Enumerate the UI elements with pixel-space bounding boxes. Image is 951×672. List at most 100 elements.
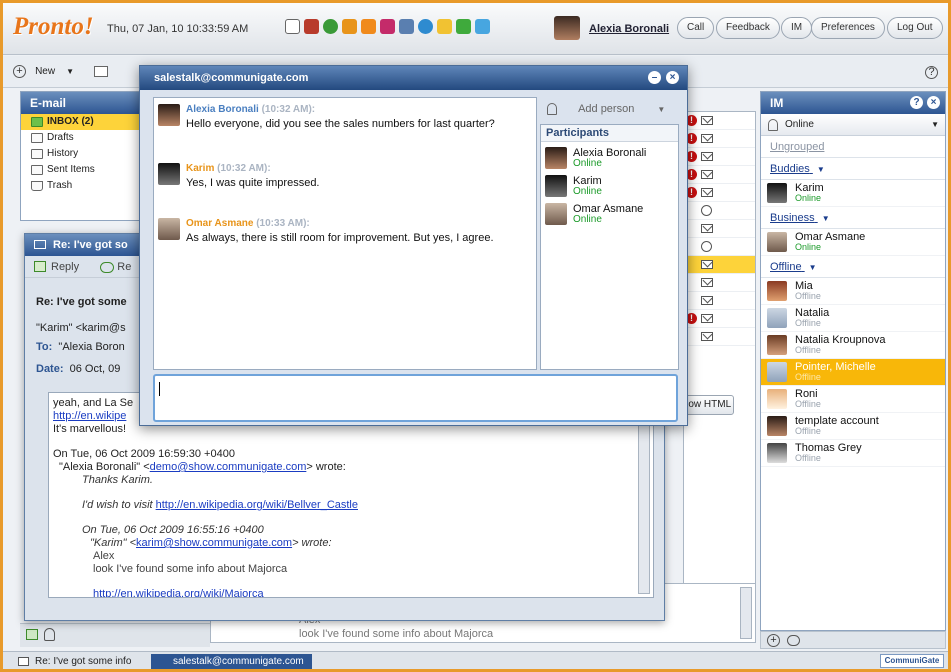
im-button[interactable]: IM — [781, 17, 813, 39]
list-item[interactable] — [684, 292, 755, 310]
preview-scrollbar[interactable] — [740, 587, 752, 639]
avatar — [545, 175, 567, 197]
music-icon[interactable] — [380, 19, 395, 34]
list-item[interactable]: ! — [684, 130, 755, 148]
im-status-selector[interactable]: Online ▼ — [761, 114, 945, 136]
calendar-icon[interactable] — [304, 19, 319, 34]
quoted-line: On Tue, 06 Oct 2009 16:55:16 +0400 — [82, 524, 264, 536]
phone-icon[interactable] — [323, 19, 338, 34]
task-label: salestalk@communigate.com — [173, 656, 304, 667]
contacts-icon[interactable] — [342, 19, 357, 34]
pronto-app: Pronto! Thu, 07 Jan, 10 10:33:59 AM Alex… — [3, 3, 948, 669]
notes-icon[interactable] — [475, 19, 490, 34]
list-item[interactable]: ! — [684, 112, 755, 130]
list-item[interactable]: ! — [684, 184, 755, 202]
chat-bubble-icon[interactable] — [787, 635, 800, 646]
contact-item[interactable]: Roni Offline — [761, 386, 945, 413]
reply-button[interactable]: Reply — [51, 261, 79, 273]
logout-button[interactable]: Log Out — [887, 17, 943, 39]
close-icon[interactable]: × — [666, 71, 679, 84]
group-business[interactable]: Business ▼ — [761, 207, 945, 229]
list-item[interactable]: ! — [684, 148, 755, 166]
preview-line: look I've found some info about Majorca — [299, 628, 494, 640]
contact-item[interactable]: Thomas Grey Offline — [761, 440, 945, 467]
list-item[interactable] — [684, 274, 755, 292]
task-chat-window[interactable]: salestalk@communigate.com — [151, 654, 312, 669]
compose-icon[interactable] — [94, 66, 108, 77]
feedback-button[interactable]: Feedback — [716, 17, 780, 39]
show-html-button[interactable]: how HTML — [680, 395, 734, 415]
participant[interactable]: Alexia Boronali Online — [545, 147, 675, 175]
contact-item[interactable]: Karim Online — [761, 180, 945, 207]
participant-status: Online — [573, 186, 602, 197]
date-label: Date: — [36, 363, 64, 375]
list-item[interactable] — [684, 202, 755, 220]
reply-all-button[interactable]: Re — [117, 261, 131, 273]
call-button[interactable]: Call — [677, 17, 715, 39]
contact-status: Online — [795, 193, 822, 203]
contact-item[interactable]: Omar Asmane Online — [761, 229, 945, 256]
chat-message: Omar Asmane (10:33 AM): As always, there… — [158, 217, 528, 267]
list-item[interactable] — [684, 238, 755, 256]
taskbar: Re: I've got some info salestalk@communi… — [3, 651, 948, 669]
chat-input[interactable] — [153, 374, 678, 422]
im-panel-title: IM ? × — [761, 92, 945, 114]
list-item[interactable]: ! — [684, 310, 755, 328]
user-name-link[interactable]: Alexia Boronali — [589, 23, 669, 35]
account-icon[interactable] — [44, 628, 55, 641]
contact-status: Offline — [795, 426, 821, 436]
video-icon[interactable] — [418, 19, 433, 34]
group-buddies[interactable]: Buddies ▼ — [761, 158, 945, 180]
folder-label: INBOX (2) — [47, 116, 94, 127]
bellver-link[interactable]: http://en.wikipedia.org/wiki/Bellver_Cas… — [156, 499, 358, 511]
task-label: Re: I've got some info — [35, 656, 132, 667]
list-item[interactable] — [684, 220, 755, 238]
minimize-icon[interactable]: – — [648, 71, 661, 84]
envelope-icon — [701, 116, 713, 125]
list-item-selected[interactable] — [684, 256, 755, 274]
mail-icon[interactable] — [285, 19, 300, 34]
chevron-down-icon: ▼ — [816, 165, 825, 174]
contact-item-selected[interactable]: Pointer, Michelle Offline — [761, 359, 945, 386]
list-item[interactable] — [684, 328, 755, 346]
contact-item[interactable]: Natalia Kroupnova Offline — [761, 332, 945, 359]
email-link[interactable]: karim@show.communigate.com — [136, 537, 292, 549]
body-link[interactable]: http://en.wikipe — [53, 410, 126, 422]
help-icon[interactable]: ? — [910, 96, 923, 109]
contact-item[interactable]: Mia Offline — [761, 278, 945, 305]
new-folder-icon[interactable] — [26, 629, 38, 640]
close-icon[interactable]: × — [927, 96, 940, 109]
folder-label: History — [47, 148, 79, 159]
avatar — [545, 203, 567, 225]
group-offline[interactable]: Offline ▼ — [761, 256, 945, 278]
trash-icon — [31, 181, 43, 191]
photo-icon[interactable] — [399, 19, 414, 34]
share-icon[interactable] — [456, 19, 471, 34]
add-contact-icon[interactable]: + — [767, 634, 780, 647]
list-item[interactable]: ! — [684, 166, 755, 184]
message-from: "Karim" <karim@s — [36, 322, 126, 334]
help-icon[interactable]: ? — [925, 66, 938, 79]
new-button[interactable]: + New ▼ — [13, 65, 74, 78]
message-date: Date: 06 Oct, 09 — [36, 363, 120, 375]
contact-item[interactable]: template account Offline — [761, 413, 945, 440]
quoted-line: Alex — [93, 550, 115, 562]
contact-status: Offline — [795, 453, 821, 463]
participant[interactable]: Karim Online — [545, 175, 675, 203]
chat-message: Alexia Boronali (10:32 AM): Hello everyo… — [158, 103, 528, 153]
email-link[interactable]: demo@show.communigate.com — [150, 461, 307, 473]
majorca-link[interactable]: http://en.wikipedia.org/wiki/Majorca — [93, 588, 264, 597]
to-value: "Alexia Boron — [58, 341, 125, 353]
chat-window-title[interactable]: salestalk@communigate.com – × — [140, 66, 687, 90]
task-message-window[interactable]: Re: I've got some info — [13, 654, 139, 669]
participant[interactable]: Omar Asmane Online — [545, 203, 675, 231]
folder-icon[interactable] — [437, 19, 452, 34]
rss-icon[interactable] — [361, 19, 376, 34]
chat-sender: Omar Asmane (10:33 AM): — [186, 218, 310, 229]
contact-item[interactable]: Natalia Offline — [761, 305, 945, 332]
add-person-button[interactable]: Add person ▼ — [547, 103, 665, 116]
avatar — [545, 147, 567, 169]
group-ungrouped[interactable]: Ungrouped — [761, 136, 945, 158]
preferences-button[interactable]: Preferences — [811, 17, 885, 39]
message-list: ! ! ! ! ! ! — [683, 111, 756, 631]
